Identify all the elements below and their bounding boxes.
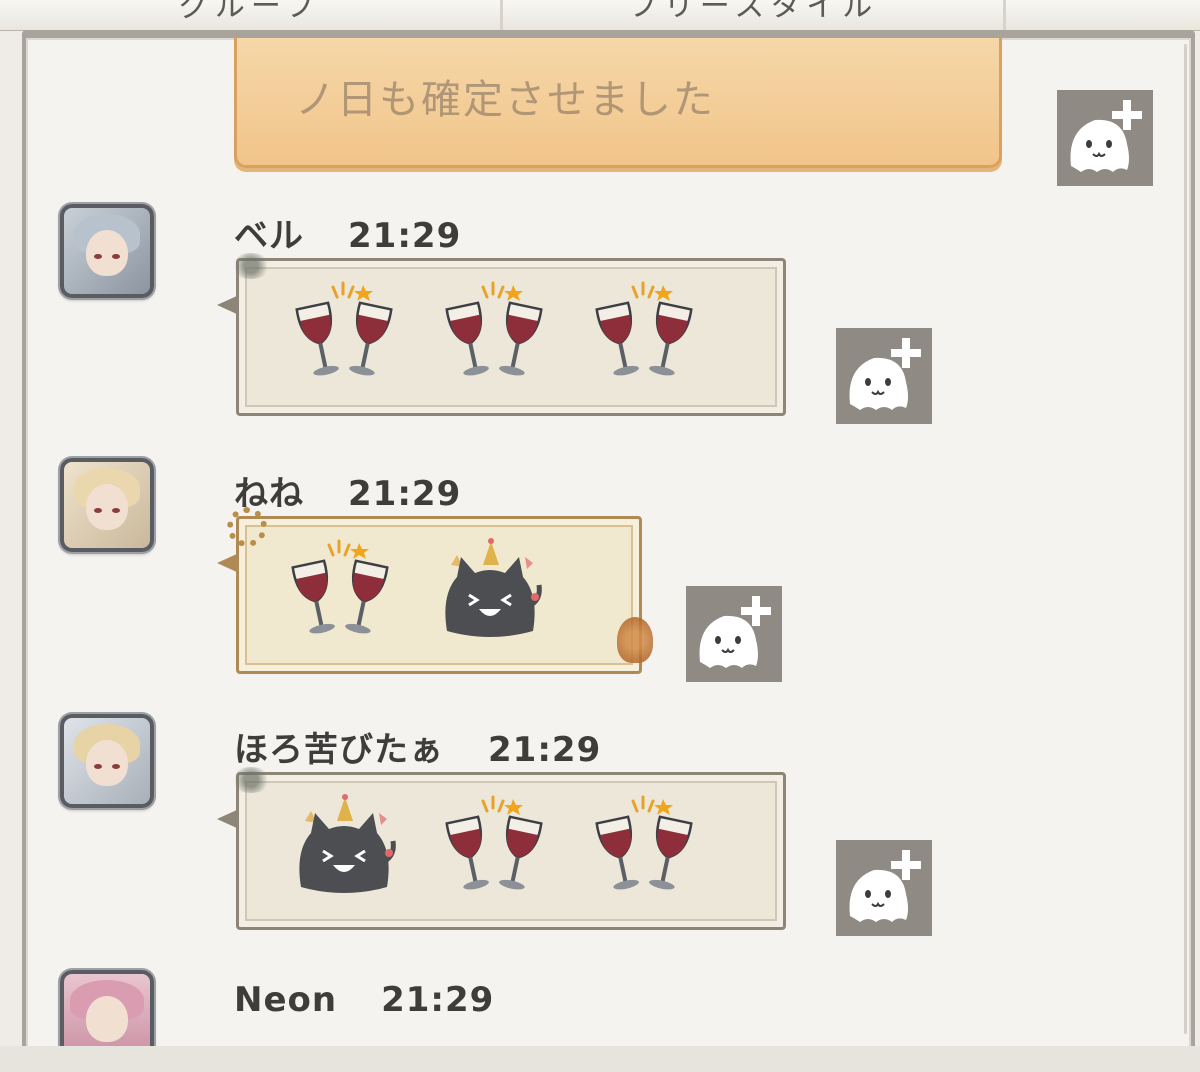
previous-message-bubble: ノ日も確定させました — [234, 38, 1002, 168]
message-time: 21:29 — [348, 216, 462, 256]
ghost-plus-icon — [686, 586, 782, 682]
previous-message-text: ノ日も確定させました — [295, 77, 715, 123]
message-bubble — [217, 507, 653, 674]
sender-name: ほろ苦びたぁ — [234, 730, 444, 770]
tab-freestyle[interactable]: フリースタイル — [503, 0, 1006, 30]
tab-group[interactable]: グループ — [0, 0, 503, 30]
sender-name: Neon — [234, 980, 338, 1020]
ghost-plus-icon — [836, 328, 932, 424]
avatar[interactable] — [60, 204, 154, 298]
message-bubble — [217, 253, 786, 416]
wine-toast-stamp[interactable] — [289, 277, 399, 387]
chat-panel: ノ日も確定させました ベル 21:29 ねね 21:29 ほろ苦びたぁ 21:2… — [22, 30, 1195, 1054]
sender-name: ベル — [234, 216, 304, 256]
wine-toast-stamp[interactable] — [589, 277, 699, 387]
reaction-button[interactable] — [686, 586, 782, 682]
message-header: Neon 21:29 — [234, 980, 494, 1020]
party-cat-stamp[interactable] — [435, 535, 545, 645]
avatar[interactable] — [60, 458, 154, 552]
message-time: 21:29 — [381, 980, 495, 1020]
message-bubble — [217, 767, 786, 930]
wine-toast-stamp[interactable] — [439, 277, 549, 387]
message-time: 21:29 — [488, 730, 602, 770]
bottom-bar — [0, 1046, 1200, 1072]
avatar[interactable] — [60, 714, 154, 808]
tab-bar: グループ フリースタイル — [0, 0, 1200, 31]
party-cat-stamp[interactable] — [289, 791, 399, 901]
message-header: ベル 21:29 — [234, 208, 461, 257]
avatar[interactable] — [60, 970, 154, 1050]
wine-toast-stamp[interactable] — [589, 791, 699, 901]
ghost-plus-icon — [1057, 90, 1153, 186]
reaction-button[interactable] — [1057, 90, 1153, 186]
reaction-button[interactable] — [836, 328, 932, 424]
message-header: ねね 21:29 — [234, 466, 461, 515]
ghost-plus-icon — [836, 840, 932, 936]
wine-toast-stamp[interactable] — [439, 791, 549, 901]
message-header: ほろ苦びたぁ 21:29 — [234, 722, 601, 771]
reaction-button[interactable] — [836, 840, 932, 936]
scrollbar[interactable] — [1184, 44, 1187, 1034]
tab-extra[interactable] — [1006, 0, 1200, 30]
wine-toast-stamp[interactable] — [285, 535, 395, 645]
message-time: 21:29 — [348, 474, 462, 514]
